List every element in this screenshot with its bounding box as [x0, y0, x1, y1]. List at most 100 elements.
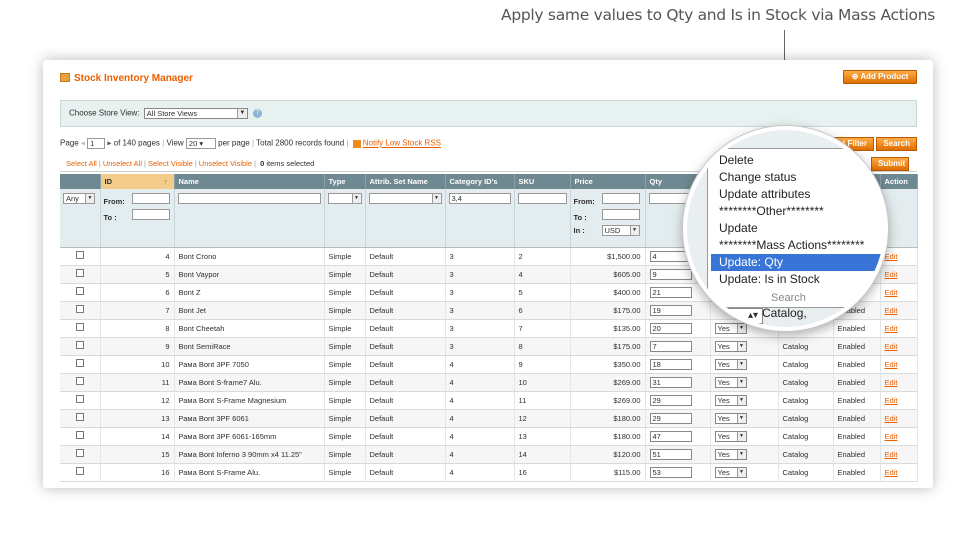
table-row[interactable]: 13 Рама Bont 3PF 6061 Simple Default 4 12 $180… — [60, 409, 918, 428]
per-page-select[interactable]: 20 ▾ — [185, 138, 216, 149]
store-select[interactable]: All Store Views ▼ — [143, 108, 248, 119]
row-checkbox[interactable] — [75, 269, 84, 277]
cell-price: $269.00 — [570, 391, 646, 410]
row-checkbox[interactable] — [75, 251, 84, 259]
rss-link[interactable]: Notify Low Stock RSS — [363, 139, 441, 148]
id-to-input[interactable] — [131, 209, 170, 220]
price-from-input[interactable] — [601, 193, 640, 204]
col-select — [60, 174, 101, 189]
edit-link[interactable]: Edit — [885, 432, 898, 441]
row-checkbox[interactable] — [75, 395, 84, 403]
add-product-button[interactable]: ⊕ Add Product — [843, 70, 917, 84]
mass-action-option[interactable]: ********Other******** — [711, 203, 884, 220]
mass-action-option[interactable]: Update: Qty — [711, 254, 884, 271]
type-filter-select[interactable]: ▼ — [327, 193, 362, 204]
price-to-input[interactable] — [601, 209, 640, 220]
in-stock-select[interactable]: Yes ▼ — [714, 448, 747, 460]
qty-input[interactable]: 7 — [649, 340, 692, 352]
edit-link[interactable]: Edit — [885, 396, 898, 405]
qty-input[interactable]: 31 — [649, 376, 692, 388]
edit-link[interactable]: Edit — [885, 270, 898, 279]
edit-link[interactable]: Edit — [885, 342, 898, 351]
table-row[interactable]: 14 Рама Bont 3PF 6061-165mm Simple Default 4… — [60, 427, 918, 446]
cell-status: Enabled — [833, 463, 881, 482]
unselect-visible-link[interactable]: Unselect Visible — [199, 159, 252, 168]
col-category[interactable]: Category ID's — [445, 174, 515, 189]
qty-input[interactable]: 18 — [649, 358, 692, 370]
edit-link[interactable]: Edit — [885, 288, 898, 297]
qty-input[interactable]: 51 — [649, 448, 692, 460]
row-checkbox[interactable] — [75, 359, 84, 367]
mass-action-option[interactable]: ********Mass Actions******** — [711, 237, 884, 254]
row-checkbox[interactable] — [75, 305, 84, 313]
cell-sku: 11 — [514, 391, 571, 410]
col-sku[interactable]: SKU — [514, 174, 571, 189]
table-row[interactable]: 9 Bont SemiRace Simple Default 3 8 $175.00 7 Yes… — [60, 337, 918, 356]
mass-action-option[interactable]: Change status — [711, 169, 884, 186]
next-page-icon[interactable]: ▸ — [107, 139, 111, 148]
qty-input[interactable]: 47 — [649, 430, 692, 442]
col-type[interactable]: Type — [324, 174, 366, 189]
category-filter-input[interactable]: 3,4 — [448, 193, 511, 204]
in-stock-select[interactable]: Yes ▼ — [714, 376, 747, 388]
name-filter-input[interactable] — [177, 193, 321, 204]
sku-filter-input[interactable] — [517, 193, 567, 204]
edit-link[interactable]: Edit — [885, 378, 898, 387]
edit-link[interactable]: Edit — [885, 324, 898, 333]
row-checkbox[interactable] — [75, 323, 84, 331]
any-select[interactable]: Any ▼ — [63, 193, 95, 204]
col-name[interactable]: Name — [174, 174, 325, 189]
col-id[interactable]: ID ↑ — [100, 174, 175, 189]
edit-link[interactable]: Edit — [885, 414, 898, 423]
qty-input[interactable]: 20 — [649, 322, 692, 334]
magnified-stock-select[interactable]: ▴▾ — [715, 308, 763, 324]
in-stock-select[interactable]: Yes ▼ — [714, 412, 747, 424]
table-row[interactable]: 16 Рама Bont S-Frame Alu. Simple Default 4 16… — [60, 463, 918, 482]
row-checkbox[interactable] — [75, 413, 84, 421]
mass-action-option[interactable]: Update attributes — [711, 186, 884, 203]
table-row[interactable]: 15 Рама Bont Inferno 3 90mm x4 11.25" Simp… — [60, 445, 918, 464]
mass-action-option[interactable]: Update — [711, 220, 884, 237]
select-all-link[interactable]: Select All — [66, 159, 97, 168]
row-checkbox[interactable] — [75, 341, 84, 349]
row-checkbox[interactable] — [75, 377, 84, 385]
qty-input[interactable]: 19 — [649, 304, 692, 316]
table-row[interactable]: 12 Рама Bont S-Frame Magnesium Simple Defau… — [60, 391, 918, 410]
edit-link[interactable]: Edit — [885, 252, 898, 261]
in-stock-select[interactable]: Yes ▼ — [714, 430, 747, 442]
attrib-set-filter-select[interactable]: ▼ — [368, 193, 442, 204]
row-checkbox[interactable] — [75, 449, 84, 457]
prev-page-icon[interactable]: ◂ — [81, 139, 85, 148]
qty-input[interactable]: 29 — [649, 394, 692, 406]
qty-input[interactable]: 53 — [649, 466, 692, 478]
help-icon[interactable]: ? — [253, 109, 263, 118]
row-checkbox[interactable] — [75, 467, 84, 475]
row-checkbox[interactable] — [75, 287, 84, 295]
in-stock-select[interactable]: Yes ▼ — [714, 466, 747, 478]
currency-select[interactable]: USD ▼ — [601, 225, 640, 236]
table-row[interactable]: 10 Рама Bont 3PF 7050 Simple Default 4 9 $350.… — [60, 355, 918, 374]
cell-price: $115.00 — [570, 463, 646, 482]
mass-action-option[interactable]: Delete — [711, 152, 884, 169]
qty-input[interactable]: 29 — [649, 412, 692, 424]
col-price[interactable]: Price — [570, 174, 646, 189]
cell-category: 3 — [445, 301, 515, 320]
id-from-input[interactable] — [131, 193, 170, 204]
edit-link[interactable]: Edit — [885, 450, 898, 459]
row-checkbox[interactable] — [75, 431, 84, 439]
qty-input[interactable]: 9 — [649, 268, 692, 280]
unselect-all-link[interactable]: Unselect All — [103, 159, 142, 168]
page-input[interactable]: 1 — [87, 138, 106, 149]
mass-action-option[interactable]: Update: Is in Stock — [711, 271, 884, 288]
edit-link[interactable]: Edit — [885, 306, 898, 315]
select-visible-link[interactable]: Select Visible — [148, 159, 193, 168]
in-stock-select[interactable]: Yes ▼ — [714, 394, 747, 406]
edit-link[interactable]: Edit — [885, 468, 898, 477]
table-row[interactable]: 11 Рама Bont S-frame7 Alu. Simple Default 4 1… — [60, 373, 918, 392]
qty-input[interactable]: 21 — [649, 286, 692, 298]
in-stock-select[interactable]: Yes ▼ — [714, 340, 747, 352]
cell-category: 4 — [445, 445, 515, 464]
in-stock-select[interactable]: Yes ▼ — [714, 358, 747, 370]
edit-link[interactable]: Edit — [885, 360, 898, 369]
col-attrib-set[interactable]: Attrib. Set Name — [365, 174, 446, 189]
